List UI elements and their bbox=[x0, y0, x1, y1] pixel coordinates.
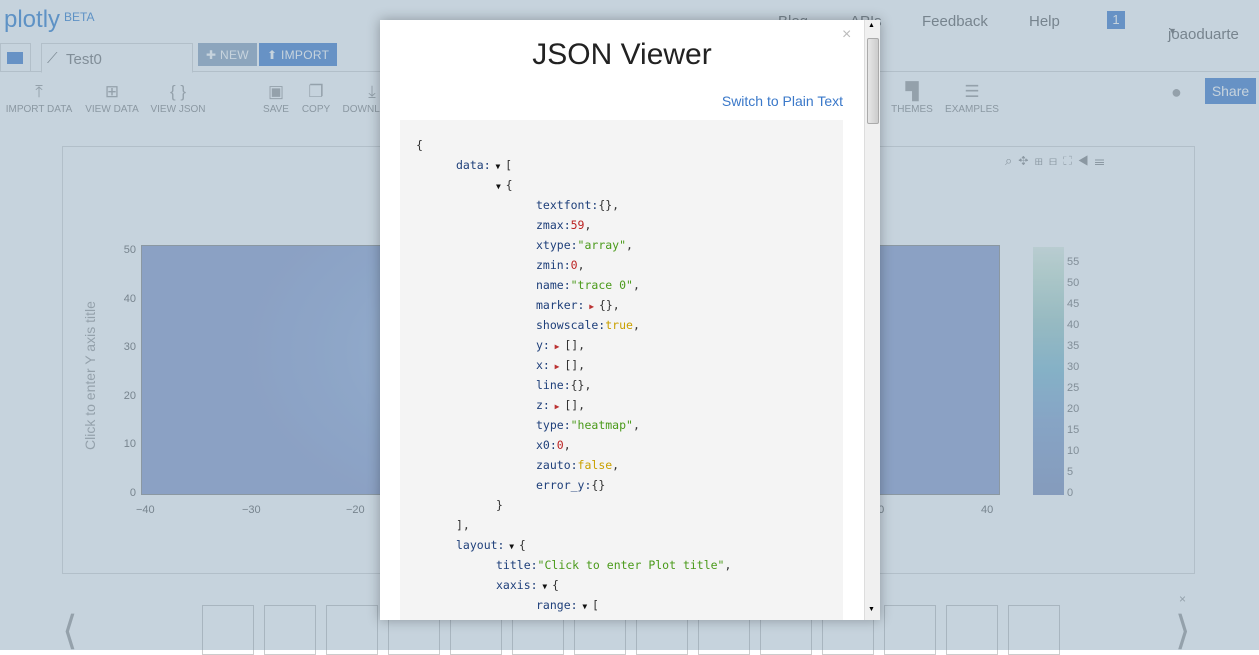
json-line: zauto:false, bbox=[536, 455, 619, 475]
json-token: , bbox=[632, 318, 640, 332]
json-token: "heatmap" bbox=[570, 418, 633, 432]
json-token: marker: bbox=[536, 298, 585, 312]
json-token: "array" bbox=[577, 238, 627, 252]
json-token: { bbox=[416, 138, 423, 152]
json-token: name: bbox=[536, 278, 571, 292]
json-token: zmin: bbox=[536, 258, 571, 272]
json-line: xaxis: ▼ { bbox=[496, 575, 559, 595]
json-token: zauto: bbox=[536, 458, 578, 472]
json-token: zmax: bbox=[536, 218, 571, 232]
json-token: [ bbox=[505, 158, 513, 172]
json-token: {} bbox=[591, 478, 606, 492]
json-line: ], bbox=[456, 515, 470, 535]
json-line: zmin:0, bbox=[536, 255, 585, 275]
collapsed-triangle-icon[interactable]: ▶ bbox=[584, 302, 598, 311]
json-token: { bbox=[552, 578, 559, 592]
json-token: , bbox=[563, 438, 571, 452]
json-token: {}, bbox=[598, 298, 620, 312]
json-token: [], bbox=[564, 338, 586, 352]
json-token: layout: bbox=[456, 538, 505, 552]
json-token: {}, bbox=[570, 378, 592, 392]
json-token: title: bbox=[496, 558, 538, 572]
json-line: zmax:59, bbox=[536, 215, 591, 235]
json-token: [], bbox=[564, 358, 586, 372]
json-token: showscale: bbox=[536, 318, 606, 332]
switch-to-plain-text-link[interactable]: Switch to Plain Text bbox=[722, 93, 843, 109]
json-token: , bbox=[584, 218, 592, 232]
json-token: y: bbox=[536, 338, 550, 352]
json-token: {}, bbox=[598, 198, 620, 212]
json-line: x: ▶ [], bbox=[536, 355, 585, 375]
json-token: line: bbox=[536, 378, 571, 392]
json-token: true bbox=[605, 318, 633, 332]
json-token: error_y: bbox=[536, 478, 592, 492]
json-token: xtype: bbox=[536, 238, 578, 252]
json-line: type:"heatmap", bbox=[536, 415, 640, 435]
expanded-triangle-icon[interactable]: ▼ bbox=[504, 542, 518, 551]
json-line: data: ▼ [ bbox=[456, 155, 512, 175]
json-token: range: bbox=[536, 598, 578, 612]
modal-title: JSON Viewer bbox=[532, 38, 712, 71]
expanded-triangle-icon[interactable]: ▼ bbox=[491, 162, 505, 171]
json-line: showscale:true, bbox=[536, 315, 640, 335]
json-token: { bbox=[505, 178, 513, 192]
close-icon[interactable]: × bbox=[842, 26, 851, 44]
json-token: z: bbox=[536, 398, 550, 412]
scroll-down-icon[interactable]: ▼ bbox=[868, 606, 875, 613]
json-token: "Click to enter Plot title" bbox=[537, 558, 725, 572]
json-token: textfont: bbox=[536, 198, 599, 212]
json-token: , bbox=[724, 558, 732, 572]
collapsed-triangle-icon[interactable]: ▶ bbox=[550, 402, 564, 411]
json-token: ], bbox=[456, 518, 470, 532]
json-token: data: bbox=[456, 158, 491, 172]
collapsed-triangle-icon[interactable]: ▶ bbox=[550, 362, 564, 371]
expanded-triangle-icon[interactable]: ▼ bbox=[496, 182, 506, 191]
json-line: { bbox=[416, 135, 423, 155]
json-token: , bbox=[632, 418, 640, 432]
json-line: title:"Click to enter Plot title", bbox=[496, 555, 731, 575]
json-line: ▼ { bbox=[496, 175, 513, 195]
json-line: layout: ▼ { bbox=[456, 535, 526, 555]
json-token: x0: bbox=[536, 438, 557, 452]
json-token: , bbox=[626, 238, 633, 252]
json-viewer-modal: JSON Viewer × Switch to Plain Text { data… bbox=[380, 20, 880, 620]
json-line: error_y:{} bbox=[536, 475, 605, 495]
json-line: textfont:{}, bbox=[536, 195, 619, 215]
json-line: range: ▼ [ bbox=[536, 595, 599, 615]
json-token: x: bbox=[536, 358, 550, 372]
json-token: [], bbox=[564, 398, 586, 412]
json-token: [ bbox=[592, 598, 599, 612]
json-token: xaxis: bbox=[496, 578, 538, 592]
json-token: } bbox=[496, 498, 503, 512]
json-token: false bbox=[577, 458, 613, 472]
json-line: y: ▶ [], bbox=[536, 335, 585, 355]
json-token: , bbox=[612, 458, 620, 472]
json-line: x0:0, bbox=[536, 435, 571, 455]
json-token: 0 bbox=[556, 438, 564, 452]
json-token: "trace 0" bbox=[570, 278, 633, 292]
json-token: { bbox=[518, 538, 526, 552]
json-line: } bbox=[496, 495, 503, 515]
json-line: line:{}, bbox=[536, 375, 591, 395]
json-token: , bbox=[632, 278, 640, 292]
json-token: 59 bbox=[570, 218, 585, 232]
json-line: xtype:"array", bbox=[536, 235, 633, 255]
json-line: name:"trace 0", bbox=[536, 275, 640, 295]
json-token: 0 bbox=[570, 258, 578, 272]
expanded-triangle-icon[interactable]: ▼ bbox=[578, 602, 592, 611]
collapsed-triangle-icon[interactable]: ▶ bbox=[550, 342, 564, 351]
expanded-triangle-icon[interactable]: ▼ bbox=[538, 582, 552, 591]
scroll-up-icon[interactable]: ▲ bbox=[868, 22, 875, 29]
json-line: z: ▶ [], bbox=[536, 395, 585, 415]
json-code-view: {data: ▼ [▼ {textfont:{}, zmax:59, xtype:"… bbox=[400, 120, 843, 620]
scrollbar-thumb[interactable] bbox=[867, 38, 879, 124]
json-line: marker: ▶ {}, bbox=[536, 295, 620, 315]
json-token: type: bbox=[536, 418, 571, 432]
scrollbar[interactable]: ▲ ▼ bbox=[864, 20, 880, 620]
json-token: , bbox=[577, 258, 585, 272]
